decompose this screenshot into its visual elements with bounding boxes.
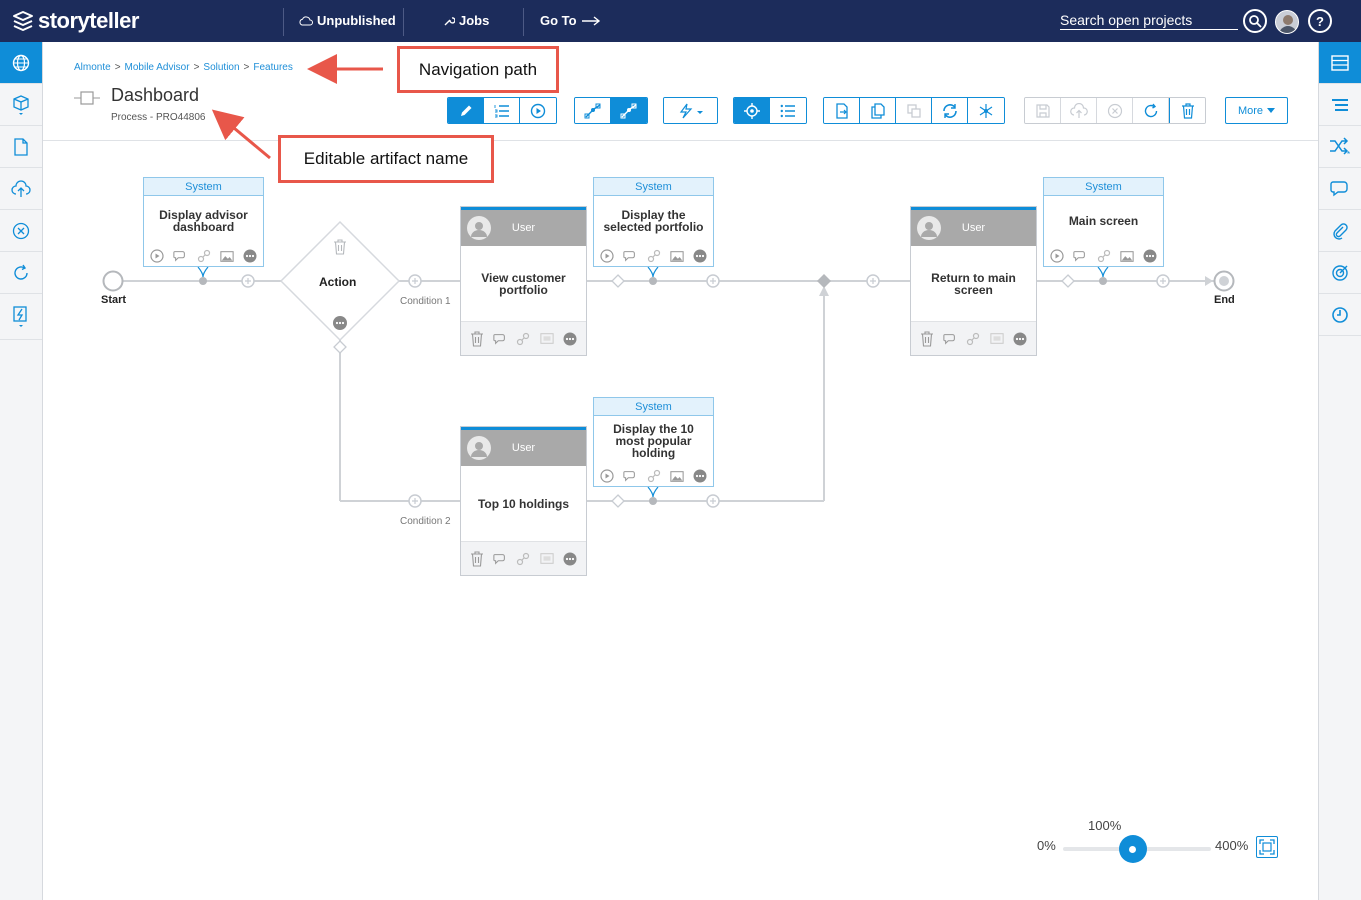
user-task-header: User (461, 210, 586, 246)
user-task-type: User (511, 442, 536, 454)
user-avatar-icon (467, 436, 491, 460)
fit-screen-icon (1259, 839, 1275, 855)
image-icon[interactable] (220, 249, 234, 263)
more-icon[interactable] (693, 469, 707, 483)
comments-icon[interactable] (623, 249, 637, 263)
process-canvas[interactable]: Start End Action Condition 1 Condition 2… (43, 141, 1318, 900)
user-task-card[interactable]: User Return to main screen (910, 206, 1037, 356)
more-icon[interactable] (1013, 332, 1027, 346)
system-task-actions (150, 248, 257, 264)
zoom-thumb-dot (1129, 845, 1137, 853)
link-icon[interactable] (647, 469, 661, 483)
comments-icon[interactable] (623, 469, 637, 483)
system-task-name[interactable]: Display the 10 most popular holding (594, 416, 713, 466)
more-icon[interactable] (693, 249, 707, 263)
mockup-icon[interactable] (990, 332, 1004, 346)
comments-icon[interactable] (943, 332, 957, 346)
user-avatar-icon (917, 216, 941, 240)
zoom-slider-thumb[interactable] (1118, 835, 1147, 863)
system-task-card[interactable]: System Display the 10 most popular holdi… (593, 397, 714, 487)
comments-icon[interactable] (493, 332, 507, 346)
condition-2-label[interactable]: Condition 2 (400, 516, 451, 527)
link-icon[interactable] (966, 332, 980, 346)
user-task-header: User (461, 430, 586, 466)
trash-icon[interactable] (920, 330, 934, 347)
user-task-name[interactable]: Return to main screen (911, 246, 1036, 321)
play-icon[interactable] (600, 469, 614, 483)
image-icon[interactable] (1120, 249, 1134, 263)
image-icon[interactable] (670, 249, 684, 263)
comments-icon[interactable] (173, 249, 187, 263)
user-task-card[interactable]: User View customer portfolio (460, 206, 587, 356)
comments-icon[interactable] (493, 552, 507, 566)
link-icon[interactable] (1097, 249, 1111, 263)
more-icon[interactable] (563, 552, 577, 566)
system-task-header: System (1044, 178, 1163, 196)
mockup-icon[interactable] (540, 332, 554, 346)
system-task-actions (600, 468, 707, 484)
link-icon[interactable] (197, 249, 211, 263)
user-task-header: User (911, 210, 1036, 246)
zoom-min-label: 0% (1037, 838, 1056, 853)
system-task-header: System (144, 178, 263, 196)
play-icon[interactable] (600, 249, 614, 263)
fit-to-screen-button[interactable] (1256, 836, 1278, 858)
trash-icon[interactable] (470, 550, 484, 567)
system-task-actions (1050, 248, 1157, 264)
system-task-actions (600, 248, 707, 264)
mockup-icon[interactable] (540, 552, 554, 566)
link-icon[interactable] (516, 552, 530, 566)
more-icon[interactable] (243, 249, 257, 263)
user-task-actions (911, 321, 1036, 355)
comments-icon[interactable] (1073, 249, 1087, 263)
user-task-type: User (511, 222, 536, 234)
system-task-name[interactable]: Display advisor dashboard (144, 196, 263, 246)
user-avatar-icon (467, 216, 491, 240)
user-task-actions (461, 321, 586, 355)
user-task-name[interactable]: View customer portfolio (461, 246, 586, 321)
system-task-card[interactable]: System Main screen (1043, 177, 1164, 267)
system-task-card[interactable]: System Display advisor dashboard (143, 177, 264, 267)
action-label[interactable]: Action (319, 275, 356, 289)
zoom-max-label: 400% (1215, 838, 1249, 853)
system-task-header: System (594, 398, 713, 416)
end-label: End (1214, 294, 1235, 306)
play-icon[interactable] (150, 249, 164, 263)
zoom-current-label: 100% (1088, 818, 1122, 833)
more-icon[interactable] (1143, 249, 1157, 263)
system-task-name[interactable]: Main screen (1044, 196, 1163, 246)
user-task-name[interactable]: Top 10 holdings (461, 466, 586, 541)
play-icon[interactable] (1050, 249, 1064, 263)
user-task-actions (461, 541, 586, 575)
system-task-header: System (594, 178, 713, 196)
system-task-name[interactable]: Display the selected portfolio (594, 196, 713, 246)
system-task-card[interactable]: System Display the selected portfolio (593, 177, 714, 267)
link-icon[interactable] (647, 249, 661, 263)
link-icon[interactable] (516, 332, 530, 346)
more-icon[interactable] (563, 332, 577, 346)
user-task-card[interactable]: User Top 10 holdings (460, 426, 587, 576)
user-task-type: User (961, 222, 986, 234)
image-icon[interactable] (670, 469, 684, 483)
start-label: Start (101, 294, 127, 306)
trash-icon[interactable] (470, 330, 484, 347)
condition-1-label[interactable]: Condition 1 (400, 296, 451, 307)
